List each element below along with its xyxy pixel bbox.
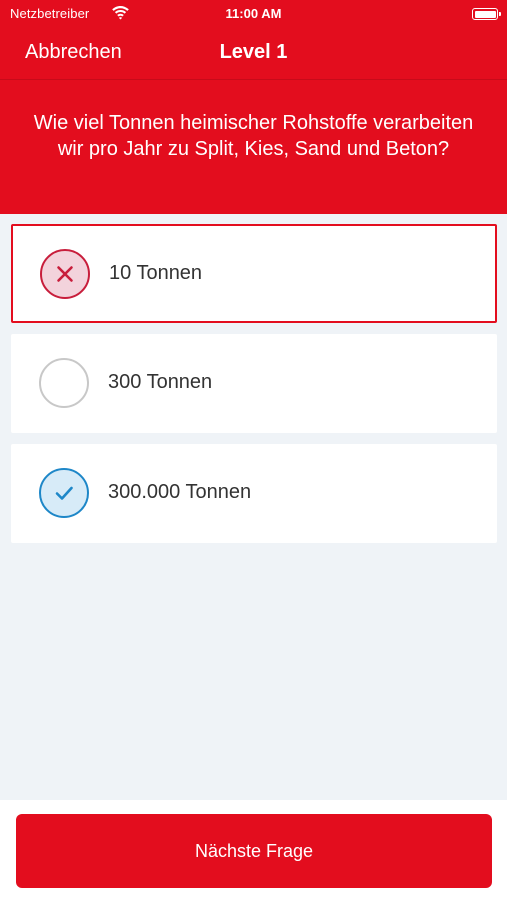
check-icon — [39, 468, 89, 518]
page-title: Level 1 — [219, 41, 288, 63]
x-icon — [40, 249, 90, 299]
battery-icon — [472, 8, 501, 20]
answer-option-300-tonnen[interactable]: 300 Tonnen — [11, 334, 497, 433]
question-text: Wie viel Tonnen heimischer Rohstoffe ver… — [33, 112, 474, 160]
status-time: 11:00 AM — [225, 6, 282, 21]
quiz-screen: Netzbetreiber 11:00 AM Abbrechen Level 1… — [0, 0, 507, 900]
answer-option-300000-tonnen[interactable]: 300.000 Tonnen — [11, 444, 497, 543]
footer: Nächste Frage — [0, 800, 507, 900]
next-question-button[interactable]: Nächste Frage — [16, 814, 492, 888]
answer-label: 300.000 Tonnen — [108, 481, 252, 503]
status-bar: Netzbetreiber 11:00 AM — [0, 0, 507, 28]
navigation-bar: Abbrechen Level 1 — [0, 28, 507, 78]
answer-option-10-tonnen[interactable]: 10 Tonnen — [11, 224, 497, 323]
answer-label: 300 Tonnen — [108, 371, 213, 393]
empty-circle-icon — [39, 358, 89, 408]
nav-divider — [0, 79, 507, 80]
answer-label: 10 Tonnen — [109, 262, 203, 284]
